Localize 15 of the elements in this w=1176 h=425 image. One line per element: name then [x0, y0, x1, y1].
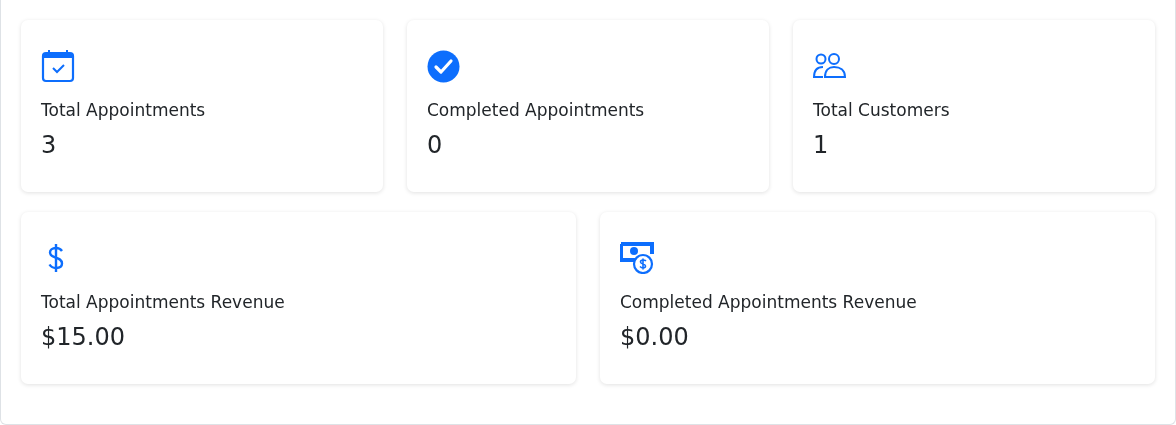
dollar-icon: [47, 243, 65, 273]
stat-value: 3: [41, 130, 58, 160]
people-icon: [813, 53, 847, 79]
check-circle-icon: [427, 49, 460, 83]
calendar-check-icon: [41, 49, 75, 83]
stat-value: $0.00: [620, 322, 690, 352]
stat-value: $15.00: [41, 322, 126, 352]
stat-label: Completed Appointments Revenue: [620, 291, 918, 314]
stat-label: Completed Appointments: [427, 99, 646, 122]
stat-label: Total Customers: [813, 99, 951, 122]
stat-label: Total Appointments: [41, 99, 207, 122]
stat-label: Total Appointments Revenue: [41, 291, 286, 314]
stat-value: 1: [813, 130, 830, 160]
cash-coin-icon: [620, 242, 654, 274]
stat-value: 0: [427, 130, 444, 160]
